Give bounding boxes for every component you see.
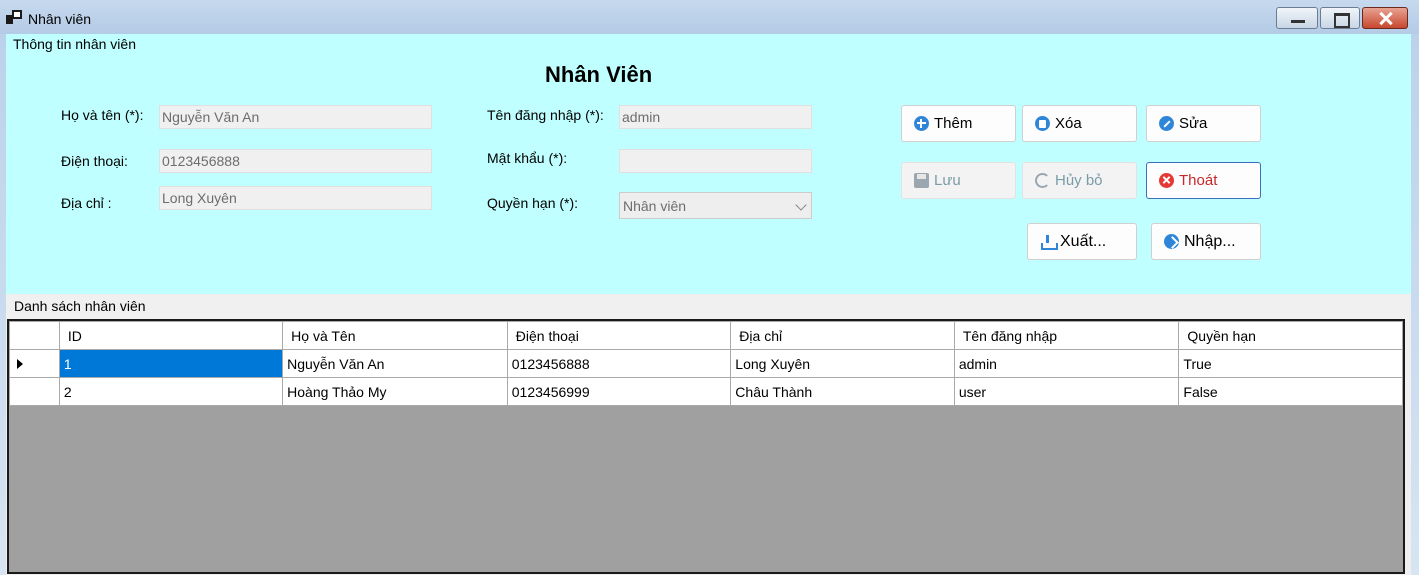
save-button[interactable]: Lưu (901, 162, 1016, 199)
address-field[interactable] (159, 186, 432, 210)
exit-button[interactable]: Thoát (1146, 162, 1261, 199)
exit-button-label: Thoát (1179, 172, 1218, 189)
fullname-label: Họ và tên (*): (61, 107, 144, 123)
table-cell[interactable]: 0123456888 (506, 349, 732, 378)
role-label: Quyền hạn (*): (487, 195, 579, 211)
table-cell[interactable]: False (1178, 377, 1403, 406)
row-header[interactable] (9, 377, 60, 406)
trash-icon (1035, 116, 1050, 131)
phone-field[interactable] (159, 149, 432, 173)
row-header[interactable] (9, 349, 60, 378)
delete-button[interactable]: Xóa (1022, 105, 1137, 142)
close-button[interactable] (1362, 7, 1408, 29)
column-header[interactable]: Tên đăng nhập (953, 321, 1180, 350)
table-row[interactable]: 1 Nguyễn Văn An 0123456888 Long Xuyên ad… (9, 349, 1403, 378)
add-button-label: Thêm (934, 115, 973, 132)
app-icon (6, 10, 22, 24)
table-cell[interactable]: user (953, 377, 1180, 406)
table-cell[interactable]: Long Xuyên (730, 349, 955, 378)
username-field[interactable] (619, 105, 812, 129)
table-cell[interactable]: Nguyễn Văn An (282, 349, 508, 378)
current-row-arrow-icon (17, 359, 23, 369)
cancel-button-label: Hủy bỏ (1055, 172, 1103, 189)
export-button-label: Xuất... (1060, 232, 1107, 250)
employee-grid[interactable]: ID Họ và Tên Điện thoại Địa chỉ Tên đăng… (7, 319, 1405, 574)
password-field[interactable] (619, 149, 812, 173)
employee-list-group: Danh sách nhân viên (6, 294, 1411, 320)
save-button-label: Lưu (934, 172, 961, 189)
employee-table: ID Họ và Tên Điện thoại Địa chỉ Tên đăng… (9, 321, 1403, 406)
window-title: Nhân viên (28, 11, 92, 27)
form-title: Nhân Viên (545, 62, 653, 87)
import-button-label: Nhập... (1184, 232, 1236, 250)
table-header-row: ID Họ và Tên Điện thoại Địa chỉ Tên đăng… (9, 321, 1403, 350)
info-group-caption: Thông tin nhân viên (13, 36, 136, 52)
table-cell[interactable]: 1 (58, 349, 284, 378)
app-window: Nhân viên Thông tin nhân viên Nhân Viên … (0, 0, 1419, 575)
refresh-icon (1035, 173, 1050, 188)
username-label: Tên đăng nhập (*): (487, 107, 604, 123)
column-header[interactable]: Điện thoại (506, 321, 732, 350)
column-header[interactable]: Địa chỉ (730, 321, 955, 350)
table-cell[interactable]: 0123456999 (506, 377, 732, 406)
table-cell[interactable]: 2 (58, 377, 284, 406)
role-select-value: Nhân viên (623, 198, 687, 214)
add-button[interactable]: Thêm (901, 105, 1016, 142)
client-area: Thông tin nhân viên Nhân Viên Họ và tên … (6, 34, 1411, 575)
table-cell[interactable]: admin (953, 349, 1180, 378)
employee-info-group: Thông tin nhân viên Nhân Viên Họ và tên … (6, 34, 1411, 294)
cancel-button[interactable]: Hủy bỏ (1022, 162, 1137, 199)
export-button[interactable]: Xuất... (1027, 223, 1137, 260)
address-label: Địa chỉ : (61, 195, 112, 211)
list-group-caption: Danh sách nhân viên (14, 298, 146, 314)
import-icon (1164, 234, 1179, 249)
close-circle-icon (1159, 173, 1174, 188)
edit-button[interactable]: Sửa (1146, 105, 1261, 142)
role-select[interactable]: Nhân viên (619, 192, 812, 219)
table-cell[interactable]: Hoàng Thảo My (282, 377, 508, 406)
plus-icon (914, 116, 929, 131)
table-row[interactable]: 2 Hoàng Thảo My 0123456999 Châu Thành us… (9, 377, 1403, 406)
chevron-down-icon (795, 199, 807, 211)
fullname-field[interactable] (159, 105, 432, 129)
pencil-icon (1159, 116, 1174, 131)
table-cell[interactable]: True (1178, 349, 1403, 378)
column-header[interactable]: ID (58, 321, 284, 350)
edit-button-label: Sửa (1179, 115, 1208, 132)
import-button[interactable]: Nhập... (1151, 223, 1261, 260)
table-cell[interactable]: Châu Thành (730, 377, 955, 406)
phone-label: Điện thoại: (61, 153, 128, 169)
download-icon (1040, 234, 1058, 250)
maximize-button[interactable] (1320, 7, 1360, 29)
password-label: Mật khẩu (*): (487, 150, 568, 166)
column-header[interactable]: Quyền hạn (1178, 321, 1403, 350)
title-bar[interactable]: Nhân viên (0, 0, 1419, 34)
minimize-button[interactable] (1276, 7, 1318, 29)
row-header-corner (9, 321, 60, 350)
floppy-disk-icon (914, 173, 929, 188)
column-header[interactable]: Họ và Tên (282, 321, 508, 350)
delete-button-label: Xóa (1055, 115, 1082, 132)
